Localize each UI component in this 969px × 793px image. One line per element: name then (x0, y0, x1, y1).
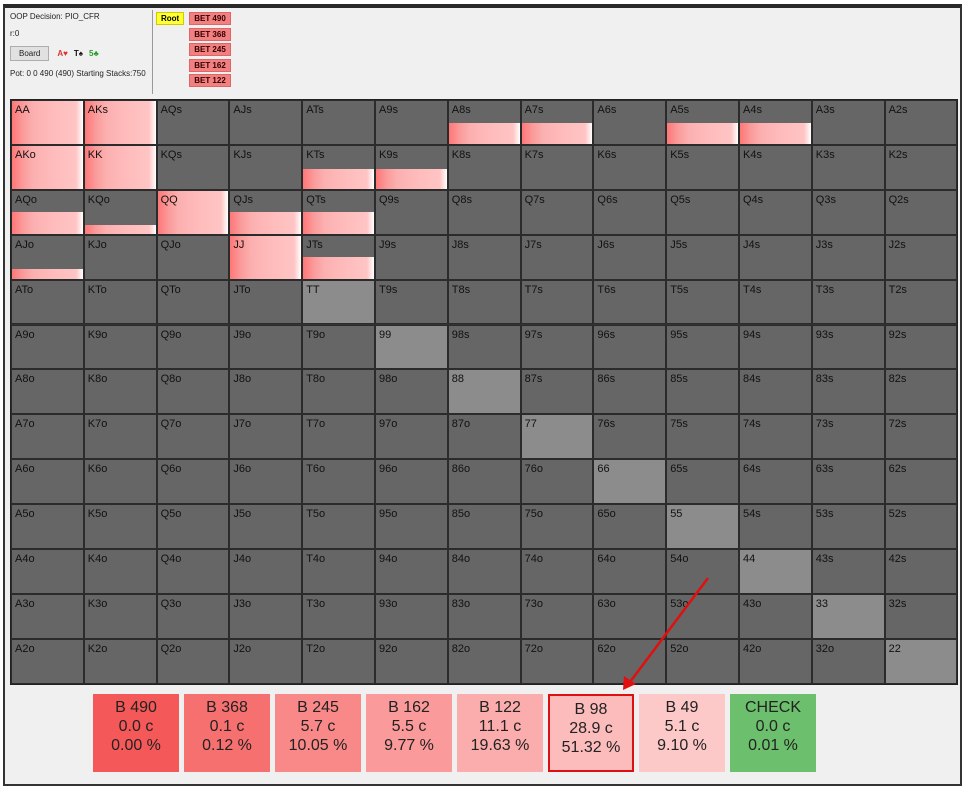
annotation-arrow (623, 577, 709, 690)
